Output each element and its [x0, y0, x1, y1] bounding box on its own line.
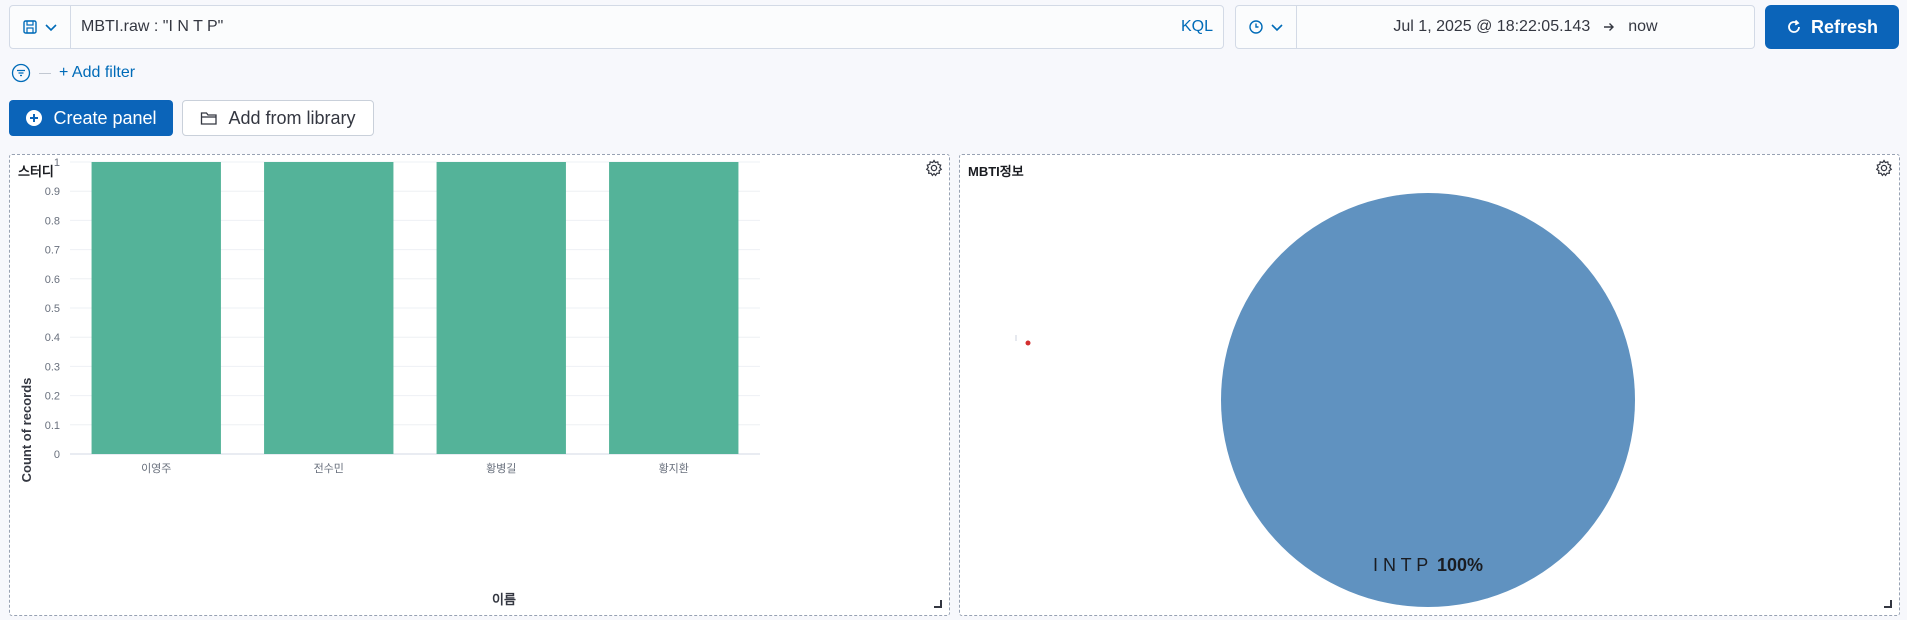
y-tick-label: 0.3 [45, 361, 60, 373]
x-tick-label: 황지환 [659, 462, 689, 475]
query-language-button[interactable]: KQL [1171, 18, 1223, 36]
add-from-library-label: Add from library [228, 107, 356, 128]
y-tick-label: 0.2 [45, 391, 60, 403]
pie-slice[interactable] [1221, 193, 1635, 607]
bar[interactable] [609, 162, 739, 454]
resize-icon[interactable] [1884, 600, 1892, 608]
end-date-button[interactable]: now [1628, 18, 1657, 36]
bar-chart: 0 0.1 0.2 0.3 0.4 0.5 0.6 0.7 0.8 0.9 1 이영주 전수민 황병길 황… [19, 157, 760, 607]
y-tick-label: 0.1 [45, 420, 60, 432]
y-tick-label: 0.4 [45, 332, 60, 344]
query-bar: MBTI.raw : "I N T P" KQL [9, 5, 1224, 49]
filter-icon[interactable] [11, 63, 31, 83]
folder-icon [201, 112, 218, 125]
chevron-down-icon [1271, 24, 1283, 32]
saved-query-menu-button[interactable] [10, 6, 71, 48]
bar[interactable] [91, 162, 221, 454]
create-panel-button[interactable]: Create panel [9, 100, 173, 136]
x-axis-ticks: 이영주 전수민 황병길 황지환 [141, 462, 689, 475]
pie-slice-label: I N T P 100% [1373, 555, 1483, 575]
x-axis-title: 이름 [492, 592, 516, 607]
marker-line [1015, 335, 1017, 341]
add-from-library-button[interactable]: Add from library [182, 100, 374, 136]
y-axis-title: Count of records [19, 378, 34, 483]
resize-icon[interactable] [934, 600, 942, 608]
create-panel-label: Create panel [53, 107, 157, 128]
y-tick-label: 0.5 [45, 303, 60, 315]
bar[interactable] [264, 162, 394, 454]
x-tick-label: 이영주 [141, 462, 171, 475]
date-range: Jul 1, 2025 @ 18:22:05.143 now [1297, 18, 1754, 36]
y-tick-label: 0.7 [45, 245, 60, 257]
pie-slices [1221, 193, 1635, 607]
refresh-label: Refresh [1810, 16, 1879, 37]
quick-select-button[interactable] [1236, 6, 1297, 48]
marker-dot [1025, 340, 1031, 346]
pie-slice-percent: 100% [1437, 555, 1483, 575]
y-tick-label: 0.9 [45, 186, 60, 198]
arrow-right-icon [1604, 23, 1615, 31]
panel-mbti: MBTI정보 I N T P 100% [959, 154, 1900, 616]
y-tick-label: 0.6 [45, 274, 60, 286]
start-date-button[interactable]: Jul 1, 2025 @ 18:22:05.143 [1393, 18, 1590, 36]
bar[interactable] [436, 162, 566, 454]
refresh-icon [1788, 19, 1800, 33]
y-tick-label: 0 [54, 449, 60, 461]
refresh-button[interactable]: Refresh [1765, 5, 1899, 49]
filter-bar: + Add filter [11, 61, 135, 85]
query-input[interactable]: MBTI.raw : "I N T P" [71, 18, 1171, 36]
pie-chart: I N T P 100% [1015, 193, 1635, 607]
x-tick-label: 황병길 [486, 462, 516, 475]
plus-circle-icon [26, 110, 43, 126]
y-axis-ticks: 0 0.1 0.2 0.3 0.4 0.5 0.6 0.7 0.8 0.9 1 [45, 157, 60, 461]
x-tick-label: 전수민 [314, 462, 344, 475]
y-tick-label: 0.8 [45, 215, 60, 227]
y-tick-label: 1 [54, 157, 60, 169]
divider [39, 72, 51, 74]
chevron-down-icon [45, 24, 57, 32]
pie-slice-name: I N T P [1373, 555, 1428, 575]
add-filter-button[interactable]: + Add filter [59, 64, 135, 82]
panel-study: 스터디 0 0.1 0.2 0.3 0.4 0.5 0.6 0.7 0.8 0.9 1 이영주 전수민… [9, 154, 950, 616]
date-picker: Jul 1, 2025 @ 18:22:05.143 now [1235, 5, 1755, 49]
save-icon [23, 20, 37, 34]
clock-icon [1249, 20, 1263, 34]
